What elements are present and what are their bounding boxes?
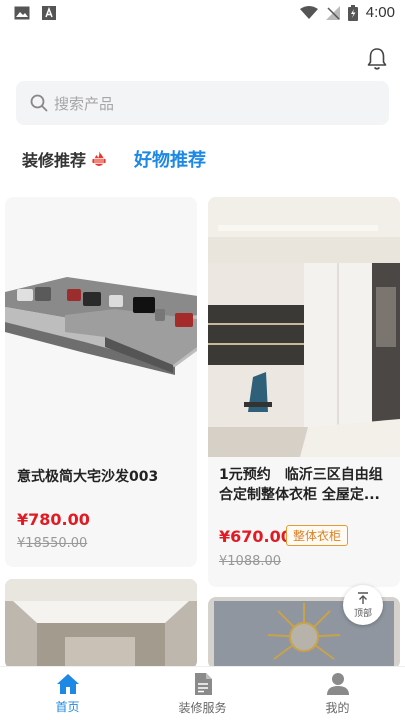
notification-bell-icon[interactable] [365, 46, 389, 72]
status-bar: 4:00 [0, 0, 405, 30]
nav-profile[interactable]: 我的 [270, 667, 405, 720]
nav-home-label: 首页 [55, 699, 80, 714]
nav-home[interactable]: 首页 [0, 667, 135, 720]
product-card[interactable] [5, 579, 197, 669]
clock: 4:00 [365, 4, 395, 21]
nav-decoration-service[interactable]: 装修服务 [135, 667, 270, 720]
product-original-price: ¥18550.00 [17, 536, 88, 551]
back-to-top-button[interactable]: 顶部 [343, 585, 383, 625]
app-screen: 4:00 搜索产品 装修推荐 好物推荐 意式极简大宅沙发003 ¥780.00 … [0, 0, 405, 720]
bottom-navigation: 首页 装修服务 我的 [0, 666, 405, 720]
search-icon [30, 94, 48, 112]
ceiling-product-image [5, 579, 197, 669]
nav-decoration-service-label: 装修服务 [178, 700, 227, 715]
product-card[interactable]: 意式极简大宅沙发003 ¥780.00 ¥18550.00 [5, 197, 197, 567]
hot-fire-icon [91, 151, 107, 166]
product-card[interactable]: 1元预约 临沂三区自由组合定制整体衣柜 全屋定... ¥670.00 整体衣柜 … [208, 197, 400, 587]
arrow-up-icon [358, 592, 368, 604]
product-price: ¥780.00 [17, 510, 90, 529]
wardrobe-product-image [208, 197, 400, 457]
product-title: 1元预约 临沂三区自由组合定制整体衣柜 全屋定... [219, 467, 383, 503]
document-icon [194, 672, 212, 695]
product-category-tag: 整体衣柜 [286, 525, 349, 546]
user-icon [326, 672, 349, 695]
font-icon [42, 6, 56, 20]
search-placeholder: 搜索产品 [54, 94, 115, 113]
search-input[interactable]: 搜索产品 [16, 81, 389, 125]
tab-decoration-recommend[interactable]: 装修推荐 [22, 147, 86, 171]
battery-icon [347, 4, 358, 21]
home-icon [56, 673, 79, 694]
gallery-icon [14, 6, 30, 20]
back-to-top-label: 顶部 [353, 609, 372, 619]
wifi-icon [299, 5, 318, 19]
product-price: ¥670.00 [219, 527, 292, 546]
no-signal-icon [325, 5, 340, 20]
category-tabs: 装修推荐 好物推荐 [22, 146, 206, 172]
tab-good-products[interactable]: 好物推荐 [134, 146, 206, 172]
nav-profile-label: 我的 [325, 700, 350, 715]
product-original-price: ¥1088.00 [219, 554, 282, 569]
sofa-product-image [5, 197, 197, 449]
product-title: 意式极简大宅沙发003 [17, 469, 159, 485]
